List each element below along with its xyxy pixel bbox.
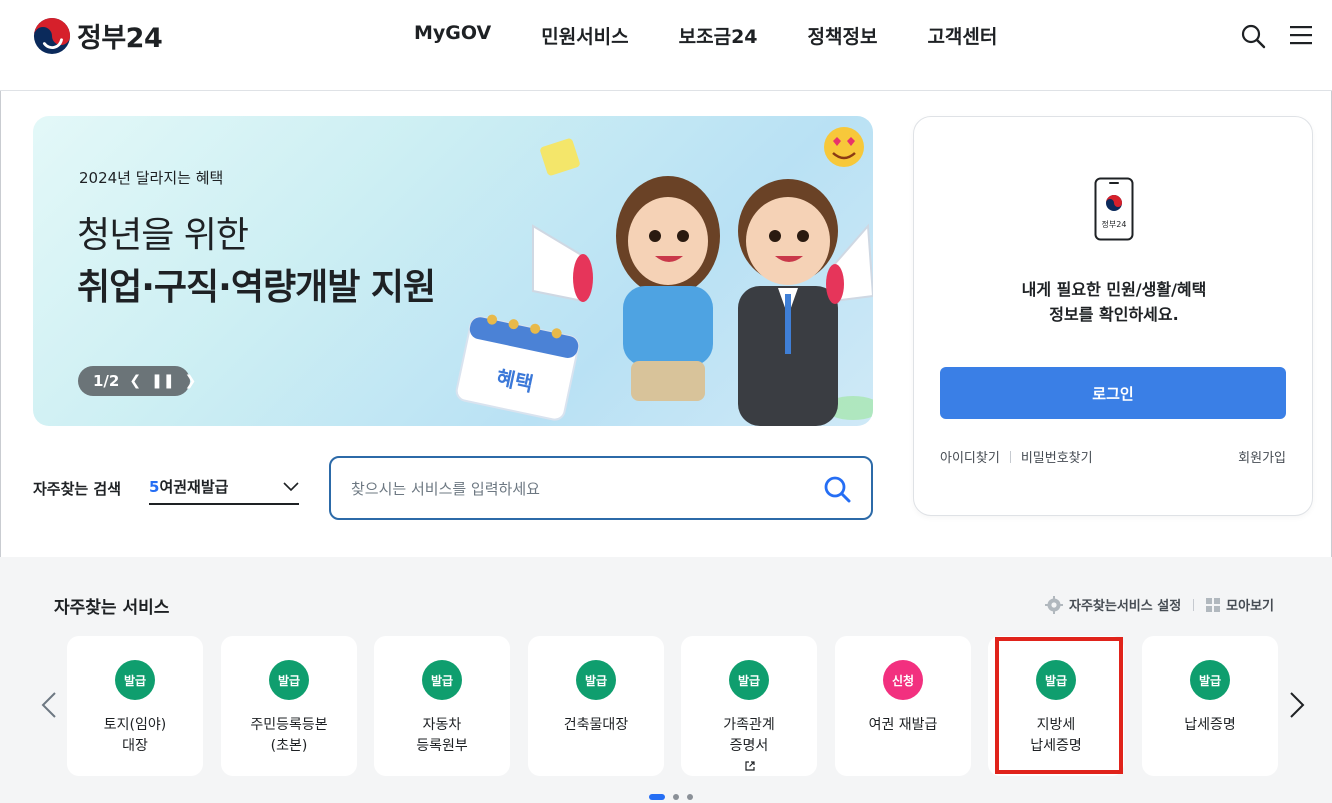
- login-button[interactable]: 로그인: [940, 367, 1286, 419]
- service-card[interactable]: 발급 토지(임야) 대장: [67, 636, 203, 776]
- service-badge: 발급: [1036, 660, 1076, 700]
- external-link-icon: [744, 761, 755, 771]
- carousel-prev-icon[interactable]: [40, 691, 58, 719]
- service-card[interactable]: 발급 가족관계 증명서: [681, 636, 817, 776]
- banner-title-line2: 취업·구직·역량개발 지원: [77, 267, 436, 308]
- service-card[interactable]: 발급 자동차 등록원부: [374, 636, 510, 776]
- service-name: 자동차 등록원부: [416, 717, 468, 754]
- frequent-services-title: 자주찾는 서비스: [54, 598, 170, 618]
- service-card[interactable]: 발급 지방세 납세증명: [988, 636, 1124, 776]
- main-nav: MyGOV 민원서비스 보조금24 정책정보 고객센터: [414, 22, 1047, 49]
- find-password-link[interactable]: 비밀번호찾기: [1021, 447, 1093, 466]
- service-name: 납세증명: [1184, 717, 1236, 733]
- carousel-dot[interactable]: [649, 794, 665, 800]
- nav-subsidy24[interactable]: 보조금24: [679, 22, 758, 49]
- service-name: 여권 재발급: [868, 717, 938, 733]
- carousel-next-icon[interactable]: [1288, 691, 1306, 719]
- view-all-label: 모아보기: [1226, 599, 1274, 614]
- service-badge: 발급: [422, 660, 462, 700]
- frequent-search-rank: 5: [149, 478, 160, 496]
- chevron-down-icon: [283, 481, 299, 491]
- service-badge: 신청: [883, 660, 923, 700]
- login-message-line1: 내게 필요한 민원/생활/혜택: [1021, 280, 1207, 299]
- frequent-search-selected: 5여권재발급: [149, 476, 228, 497]
- services-tools: 자주찾는서비스 설정 모아보기: [1044, 595, 1274, 614]
- grid-icon: [1206, 597, 1221, 612]
- frequent-search-label: 자주찾는 검색: [33, 480, 122, 498]
- search-submit-icon[interactable]: [823, 475, 851, 503]
- service-card[interactable]: 발급 주민등록등본 (초본): [221, 636, 357, 776]
- frequent-services-section: 자주찾는 서비스 자주찾는서비스 설정 모아보기 발급 토지(임야) 대장 발급…: [0, 557, 1332, 803]
- nav-civil-services[interactable]: 민원서비스: [541, 22, 628, 49]
- signup-link[interactable]: 회원가입: [1238, 447, 1286, 466]
- taegeuk-logo-icon: [33, 17, 71, 54]
- view-all-button[interactable]: 모아보기: [1206, 595, 1274, 614]
- hamburger-menu-icon[interactable]: [1290, 25, 1312, 45]
- service-search-input[interactable]: [351, 475, 811, 503]
- carousel-dot[interactable]: [673, 794, 679, 800]
- login-card: 정부24 내게 필요한 민원/생활/혜택 정보를 확인하세요. 로그인 아이디찾…: [913, 116, 1313, 516]
- banner-page-indicator: 1/2: [93, 372, 120, 390]
- service-badge: 발급: [269, 660, 309, 700]
- tools-divider: [1193, 598, 1195, 611]
- service-card[interactable]: 발급 건축물대장: [528, 636, 664, 776]
- mobile-phone-icon: 정부24: [1094, 177, 1134, 241]
- service-badge: 발급: [729, 660, 769, 700]
- nav-policy-info[interactable]: 정책정보: [808, 22, 878, 49]
- site-header: 정부24 MyGOV 민원서비스 보조금24 정책정보 고객센터: [0, 0, 1332, 91]
- find-id-link[interactable]: 아이디찾기: [940, 447, 1000, 466]
- services-settings-label: 자주찾는서비스 설정: [1068, 599, 1182, 614]
- banner-title-line1: 청년을 위한: [77, 215, 249, 256]
- service-name: 지방세 납세증명: [1030, 717, 1082, 754]
- search-icon[interactable]: [1240, 23, 1266, 49]
- link-divider: [1009, 450, 1011, 463]
- carousel-dot[interactable]: [687, 794, 693, 800]
- service-name: 가족관계 증명서: [681, 715, 817, 778]
- site-logo[interactable]: 정부24: [33, 16, 163, 55]
- service-badge: 발급: [1190, 660, 1230, 700]
- service-card[interactable]: 발급 납세증명: [1142, 636, 1278, 776]
- login-message-line2: 정보를 확인하세요.: [1049, 305, 1179, 324]
- banner-prev-icon[interactable]: ❮: [129, 373, 141, 389]
- logo-text: 정부24: [77, 23, 163, 54]
- nav-mygov[interactable]: MyGOV: [414, 22, 491, 49]
- services-settings-button[interactable]: 자주찾는서비스 설정: [1044, 595, 1182, 614]
- banner-controls: 1/2 ❮ ❚❚ ❯: [78, 366, 196, 396]
- service-name: 토지(임야) 대장: [103, 717, 167, 754]
- promo-banner[interactable]: 2024년 달라지는 혜택 청년을 위한 취업·구직·역량개발 지원 1/2 ❮…: [33, 116, 873, 426]
- carousel-pagination: [649, 794, 693, 800]
- banner-pause-icon[interactable]: ❚❚: [151, 373, 174, 389]
- banner-next-icon[interactable]: ❯: [185, 373, 197, 389]
- phone-app-label: 정부24: [1102, 219, 1127, 229]
- banner-eyebrow: 2024년 달라지는 혜택: [79, 169, 224, 187]
- gear-icon: [1044, 595, 1063, 614]
- service-search-box: [329, 456, 873, 520]
- frequent-search-dropdown[interactable]: 5여권재발급: [149, 470, 299, 505]
- banner-illustration: 혜택: [455, 127, 873, 426]
- service-badge: 발급: [576, 660, 616, 700]
- service-card[interactable]: 신청 여권 재발급: [835, 636, 971, 776]
- service-name: 주민등록등본 (초본): [250, 717, 328, 754]
- login-message: 내게 필요한 민원/생활/혜택 정보를 확인하세요.: [914, 277, 1314, 327]
- nav-customer-center[interactable]: 고객센터: [927, 22, 997, 49]
- service-badge: 발급: [115, 660, 155, 700]
- service-name: 건축물대장: [563, 717, 629, 733]
- account-links: 아이디찾기 비밀번호찾기: [940, 447, 1093, 466]
- frequent-search-text: 여권재발급: [159, 478, 229, 496]
